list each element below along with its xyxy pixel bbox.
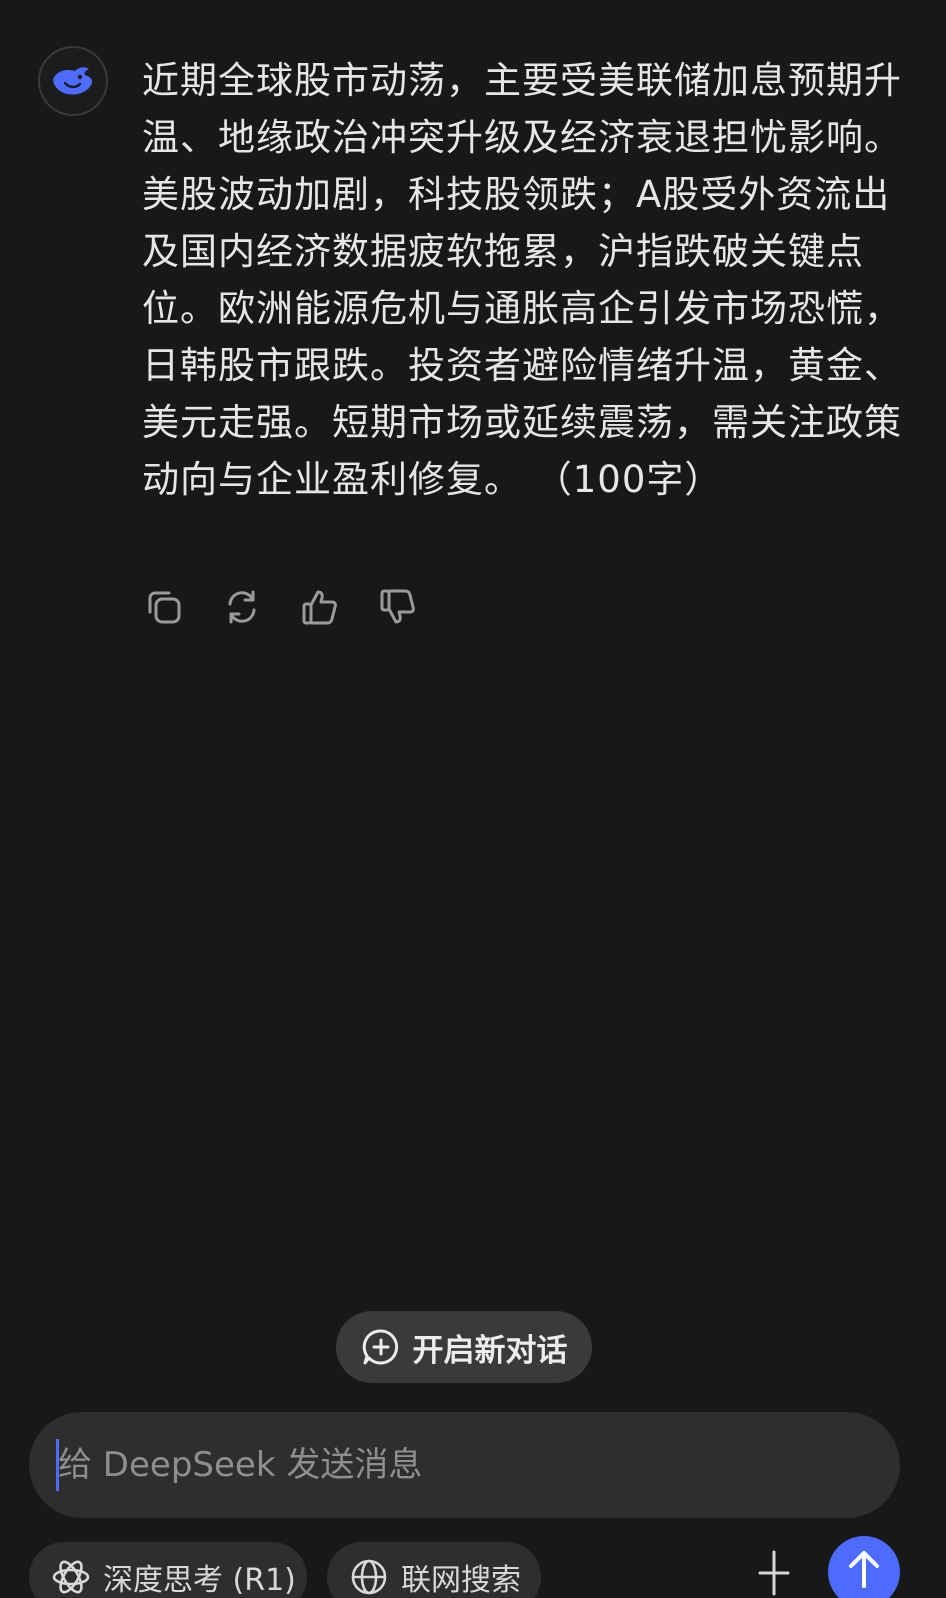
deep-think-toggle[interactable]: 深度思考 (R1) <box>29 1542 307 1598</box>
web-search-toggle[interactable]: 联网搜索 <box>327 1542 541 1598</box>
send-arrow-icon <box>849 1551 879 1588</box>
web-search-label: 联网搜索 <box>401 1563 521 1598</box>
new-chat-label: 开启新对话 <box>412 1332 568 1369</box>
assistant-message: 近期全球股市动荡，主要受美联储加息预期升温、地缘政治冲突升级及经济衰退担忧影响。… <box>142 59 902 501</box>
deepseek-whale-icon <box>53 67 93 95</box>
thumbs-up-icon <box>302 590 337 625</box>
regenerate-icon <box>228 590 256 624</box>
thumbs-down-button[interactable] <box>378 587 418 627</box>
thumbs-up-button[interactable] <box>300 587 340 627</box>
message-input[interactable] <box>54 1437 858 1493</box>
copy-icon <box>148 591 181 624</box>
attach-button[interactable] <box>756 1548 792 1598</box>
copy-button[interactable] <box>144 587 184 627</box>
attach-icon <box>758 1550 790 1596</box>
message-actions <box>144 587 418 627</box>
globe-icon <box>351 1559 387 1595</box>
chat-screen: 近期全球股市动荡，主要受美联储加息预期升温、地缘政治冲突升级及经济衰退担忧影响。… <box>0 0 946 1598</box>
send-button[interactable] <box>828 1536 900 1598</box>
deep-think-label: 深度思考 (R1) <box>103 1563 296 1598</box>
message-composer <box>29 1412 900 1518</box>
regenerate-button[interactable] <box>222 587 262 627</box>
thumbs-down-icon <box>380 589 415 624</box>
new-chat-plus-icon <box>362 1329 398 1365</box>
new-chat-button[interactable]: 开启新对话 <box>336 1311 592 1383</box>
atom-icon <box>52 1560 90 1594</box>
assistant-avatar <box>38 46 108 116</box>
